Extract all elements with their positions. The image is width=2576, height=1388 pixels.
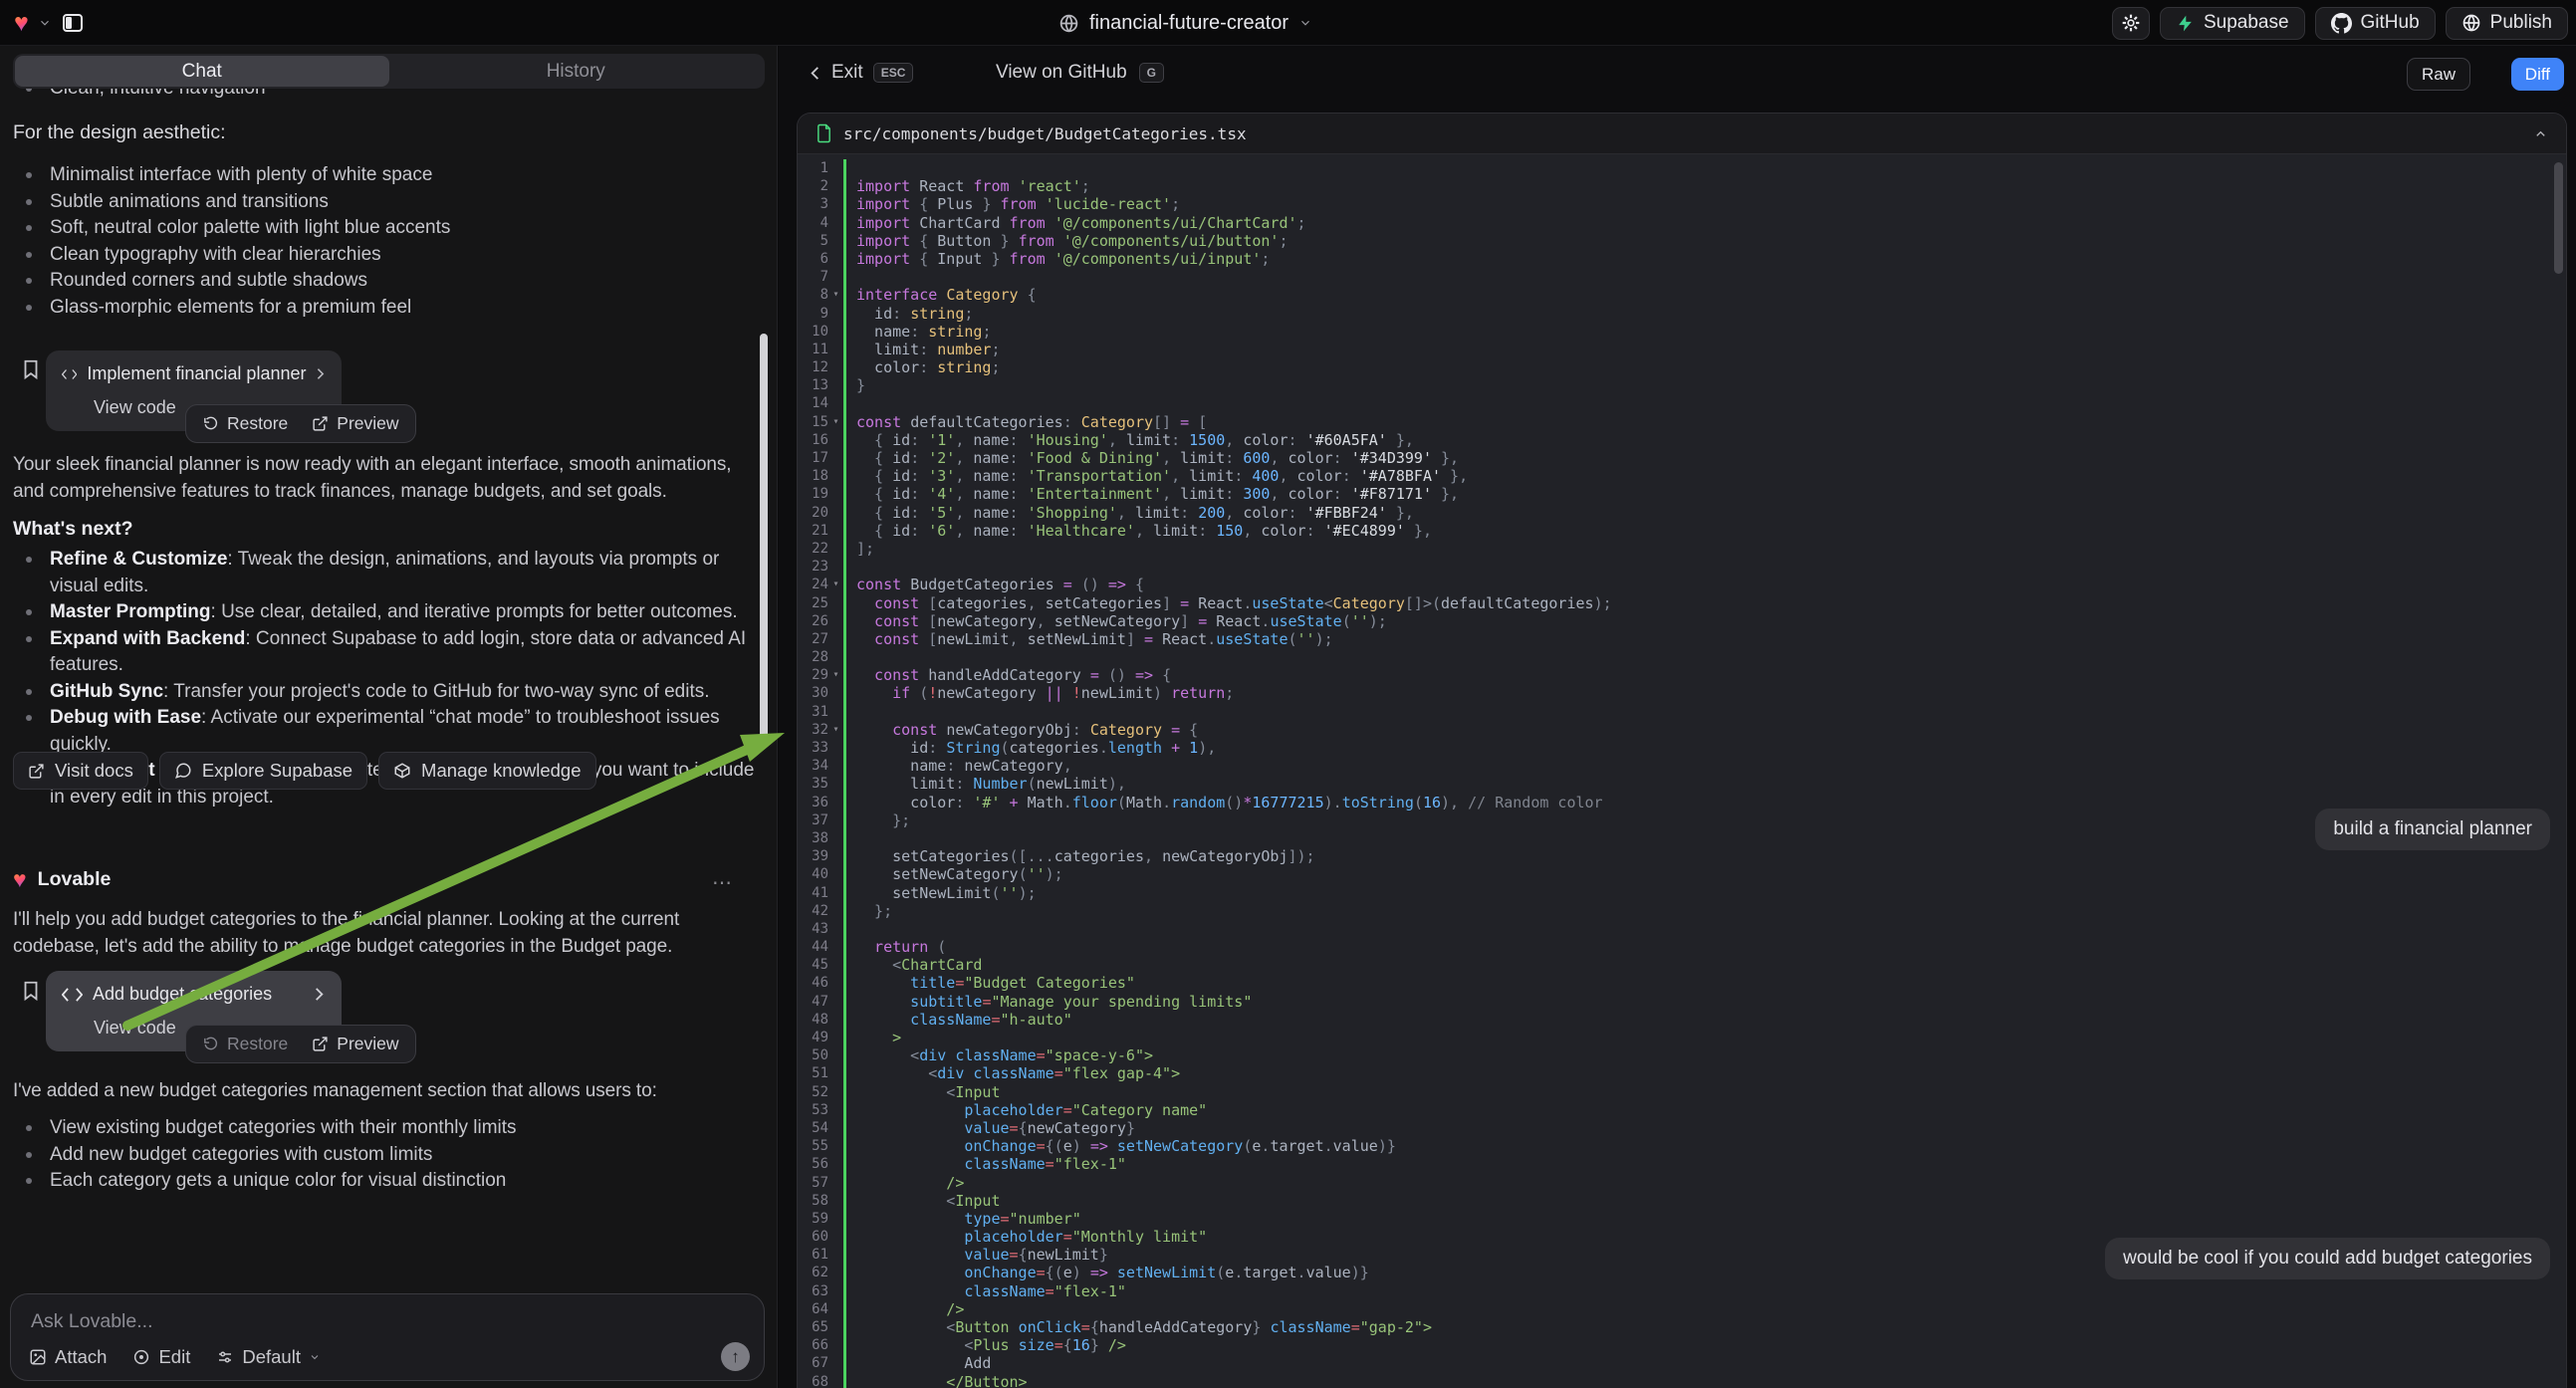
project-globe-icon	[1058, 13, 1079, 34]
restore-icon	[202, 415, 219, 432]
supabase-bolt-icon	[2176, 14, 2195, 33]
message-options-button[interactable]: ⋯	[712, 870, 734, 895]
explore-supabase-label: Explore Supabase	[202, 760, 352, 782]
chat-scrollbar[interactable]	[760, 334, 768, 744]
list-item: Glass-morphic elements for a premium fee…	[13, 295, 762, 322]
settings-button[interactable]	[2112, 7, 2150, 40]
sliders-icon	[216, 1348, 234, 1366]
restore-button[interactable]: Restore	[202, 413, 288, 434]
user-message-bubble: would be cool if you could add budget ca…	[2105, 1238, 2550, 1279]
visit-docs-label: Visit docs	[55, 760, 133, 782]
edit-label: Edit	[158, 1346, 190, 1368]
preview-button[interactable]: Preview	[312, 1034, 398, 1054]
supabase-label: Supabase	[2204, 12, 2289, 34]
tab-chat[interactable]: Chat	[15, 56, 389, 87]
model-selector[interactable]: Default	[216, 1346, 321, 1368]
list-item: Add new budget categories with custom li…	[13, 1142, 762, 1169]
preview-label: Preview	[337, 1034, 398, 1054]
github-button[interactable]: GitHub	[2315, 7, 2436, 40]
project-chevron-down-icon	[1298, 16, 1312, 30]
assistant-name: Lovable	[38, 868, 112, 891]
chevron-right-icon	[313, 987, 326, 1002]
feature-bullet-list: View existing budget categories with the…	[13, 1115, 762, 1195]
restore-preview-pill: Restore Preview	[185, 404, 416, 443]
bookmark-icon[interactable]	[20, 978, 42, 1004]
list-item: GitHub Sync: Transfer your project's cod…	[13, 679, 762, 706]
tab-history[interactable]: History	[389, 56, 764, 87]
bookmark-icon[interactable]	[20, 356, 42, 382]
list-item: Subtle animations and transitions	[13, 189, 762, 216]
restore-label: Restore	[227, 413, 288, 434]
lovable-logo-icon[interactable]: ♥	[14, 11, 29, 36]
edit-card-title: Implement financial planner	[87, 363, 306, 384]
external-link-icon	[312, 1036, 329, 1052]
preview-label: Preview	[337, 413, 398, 434]
edit-card-title: Add budget categories	[93, 984, 303, 1005]
project-switcher[interactable]: financial-future-creator	[1058, 0, 1312, 46]
github-label: GitHub	[2361, 12, 2420, 34]
publish-button[interactable]: Publish	[2446, 7, 2568, 40]
chat-scroll-area[interactable]: Clean, intuitive navigation For the desi…	[0, 0, 2576, 1388]
list-item: Minimalist interface with plenty of whit…	[13, 162, 762, 189]
restore-button[interactable]: Restore	[202, 1034, 288, 1054]
toggle-sidebar-icon[interactable]	[61, 11, 85, 35]
assistant-reply: I'll help you add budget categories to t…	[13, 906, 762, 960]
github-icon	[2331, 13, 2352, 34]
chat-bubble-icon	[174, 762, 192, 780]
list-item: Master Prompting: Use clear, detailed, a…	[13, 599, 762, 626]
restore-icon	[202, 1036, 219, 1052]
list-item: Clean typography with clear hierarchies	[13, 242, 762, 269]
edit-target-icon	[132, 1348, 150, 1366]
restore-label: Restore	[227, 1034, 288, 1054]
gear-icon	[2121, 13, 2141, 33]
list-item: Debug with Ease: Activate our experiment…	[13, 705, 762, 758]
assistant-header: ♥ Lovable ⋯	[13, 868, 762, 891]
whats-next-heading: What's next?	[13, 518, 762, 541]
project-name: financial-future-creator	[1089, 12, 1288, 35]
publish-label: Publish	[2490, 12, 2552, 34]
model-label: Default	[242, 1346, 301, 1368]
external-link-icon	[312, 415, 329, 432]
attach-button[interactable]: Attach	[29, 1346, 107, 1368]
design-heading: For the design aesthetic:	[13, 121, 762, 144]
external-link-icon	[28, 763, 45, 780]
user-message-bubble: build a financial planner	[2315, 809, 2550, 850]
top-bar: ♥ financial-future-creator	[0, 0, 2576, 46]
chevron-down-icon	[309, 1351, 321, 1363]
list-item: Refine & Customize: Tweak the design, an…	[13, 547, 762, 599]
list-item: Soft, neutral color palette with light b…	[13, 215, 762, 242]
design-bullet-list: Minimalist interface with plenty of whit…	[13, 162, 762, 321]
chat-input[interactable]	[31, 1306, 744, 1336]
quick-actions-row: Visit docs Explore Supabase Manage knowl…	[13, 752, 762, 790]
list-item: Expand with Backend: Connect Supabase to…	[13, 626, 762, 679]
chat-history-tabs: Chat History	[13, 54, 765, 89]
visit-docs-button[interactable]: Visit docs	[13, 752, 148, 790]
lovable-avatar-icon: ♥	[13, 868, 27, 891]
code-icon	[62, 987, 83, 1003]
workspace-chevron-down-icon[interactable]	[38, 16, 52, 30]
send-button[interactable]: ↑	[721, 1342, 750, 1371]
restore-preview-pill: Restore Preview	[185, 1025, 416, 1063]
assistant-reply-intro: I've added a new budget categories manag…	[13, 1077, 762, 1104]
attach-image-icon	[29, 1348, 47, 1366]
explore-supabase-button[interactable]: Explore Supabase	[159, 752, 367, 790]
edit-mode-button[interactable]: Edit	[132, 1346, 190, 1368]
code-icon	[62, 366, 77, 382]
preview-button[interactable]: Preview	[312, 413, 398, 434]
composer: Attach Edit Default ↑	[10, 1293, 765, 1381]
publish-globe-icon	[2461, 13, 2481, 33]
attach-label: Attach	[55, 1346, 107, 1368]
manage-knowledge-label: Manage knowledge	[421, 760, 581, 782]
list-item: View existing budget categories with the…	[13, 1115, 762, 1142]
chevron-right-icon	[316, 366, 326, 381]
list-item: Rounded corners and subtle shadows	[13, 268, 762, 295]
manage-knowledge-button[interactable]: Manage knowledge	[378, 752, 595, 790]
assistant-summary: Your sleek financial planner is now read…	[13, 451, 762, 505]
list-item: Each category gets a unique color for vi…	[13, 1168, 762, 1195]
package-icon	[393, 762, 411, 780]
supabase-button[interactable]: Supabase	[2160, 7, 2305, 40]
